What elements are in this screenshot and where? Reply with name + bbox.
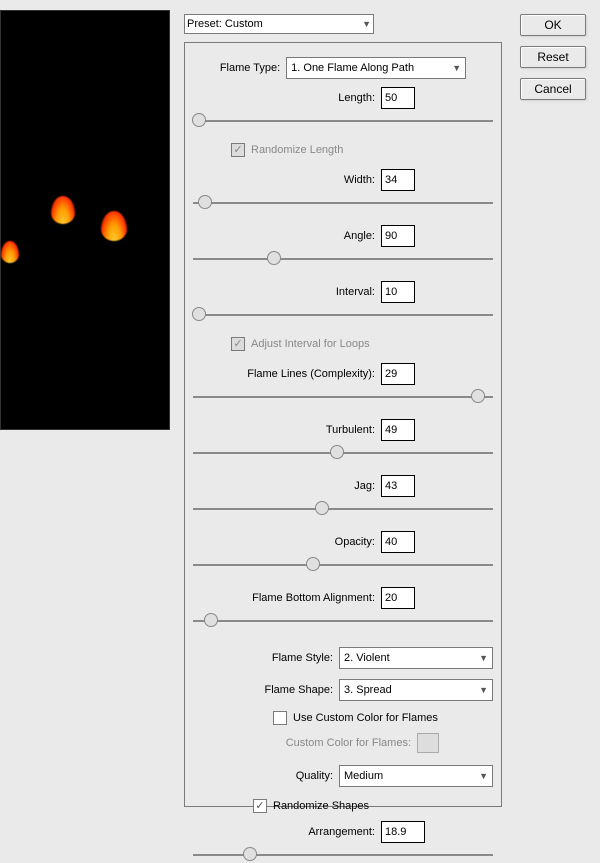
bottom-align-label: Flame Bottom Alignment:: [252, 592, 375, 604]
bottom-align-input[interactable]: 20: [381, 587, 415, 609]
width-slider[interactable]: [193, 195, 493, 211]
preset-value: Preset: Custom: [187, 18, 263, 30]
quality-label: Quality:: [296, 770, 333, 782]
chevron-down-icon: ▼: [479, 685, 488, 695]
width-input[interactable]: 34: [381, 169, 415, 191]
interval-input[interactable]: 10: [381, 281, 415, 303]
randomize-length-label: Randomize Length: [251, 144, 343, 156]
angle-label: Angle:: [344, 230, 375, 242]
complexity-input[interactable]: 29: [381, 363, 415, 385]
flame-shape-label: Flame Shape:: [265, 684, 333, 696]
cancel-button[interactable]: Cancel: [520, 78, 586, 100]
jag-input[interactable]: 43: [381, 475, 415, 497]
settings-panel: Flame Type: 1. One Flame Along Path ▼ Le…: [184, 42, 502, 807]
arrangement-slider[interactable]: [193, 847, 493, 863]
turbulent-input[interactable]: 49: [381, 419, 415, 441]
quality-select[interactable]: Medium ▼: [339, 765, 493, 787]
adjust-interval-checkbox: [231, 337, 245, 351]
opacity-label: Opacity:: [335, 536, 375, 548]
turbulent-label: Turbulent:: [326, 424, 375, 436]
flame-style-label: Flame Style:: [272, 652, 333, 664]
flame-type-value: 1. One Flame Along Path: [291, 62, 414, 74]
flame-type-label: Flame Type:: [220, 62, 280, 74]
complexity-label: Flame Lines (Complexity):: [247, 368, 375, 380]
arrangement-label: Arrangement:: [308, 826, 375, 838]
interval-label: Interval:: [336, 286, 375, 298]
interval-slider[interactable]: [193, 307, 493, 323]
flame-type-select[interactable]: 1. One Flame Along Path ▼: [286, 57, 466, 79]
turbulent-slider[interactable]: [193, 445, 493, 461]
opacity-slider[interactable]: [193, 557, 493, 573]
ok-button[interactable]: OK: [520, 14, 586, 36]
randomize-shapes-checkbox[interactable]: [253, 799, 267, 813]
length-label: Length:: [338, 92, 375, 104]
quality-value: Medium: [344, 770, 383, 782]
randomize-length-checkbox: [231, 143, 245, 157]
flame-shape-select[interactable]: 3. Spread ▼: [339, 679, 493, 701]
reset-button[interactable]: Reset: [520, 46, 586, 68]
width-label: Width:: [344, 174, 375, 186]
use-custom-color-label: Use Custom Color for Flames: [293, 712, 438, 724]
chevron-down-icon: ▼: [452, 63, 461, 73]
chevron-down-icon: ▼: [479, 653, 488, 663]
use-custom-color-checkbox[interactable]: [273, 711, 287, 725]
jag-label: Jag:: [354, 480, 375, 492]
custom-color-label: Custom Color for Flames:: [286, 737, 411, 749]
opacity-input[interactable]: 40: [381, 531, 415, 553]
jag-slider[interactable]: [193, 501, 493, 517]
adjust-interval-label: Adjust Interval for Loops: [251, 338, 370, 350]
chevron-down-icon: ▼: [479, 771, 488, 781]
randomize-shapes-label: Randomize Shapes: [273, 800, 369, 812]
angle-slider[interactable]: [193, 251, 493, 267]
length-slider[interactable]: [193, 113, 493, 129]
flame-style-select[interactable]: 2. Violent ▼: [339, 647, 493, 669]
preview-canvas: [0, 10, 170, 430]
angle-input[interactable]: 90: [381, 225, 415, 247]
bottom-align-slider[interactable]: [193, 613, 493, 629]
flame-shape-value: 3. Spread: [344, 684, 392, 696]
preset-select[interactable]: Preset: Custom ▼: [184, 14, 374, 34]
flame-style-value: 2. Violent: [344, 652, 390, 664]
custom-color-swatch: [417, 733, 439, 753]
length-input[interactable]: 50: [381, 87, 415, 109]
chevron-down-icon: ▼: [362, 19, 371, 29]
complexity-slider[interactable]: [193, 389, 493, 405]
arrangement-input[interactable]: 18.9: [381, 821, 425, 843]
